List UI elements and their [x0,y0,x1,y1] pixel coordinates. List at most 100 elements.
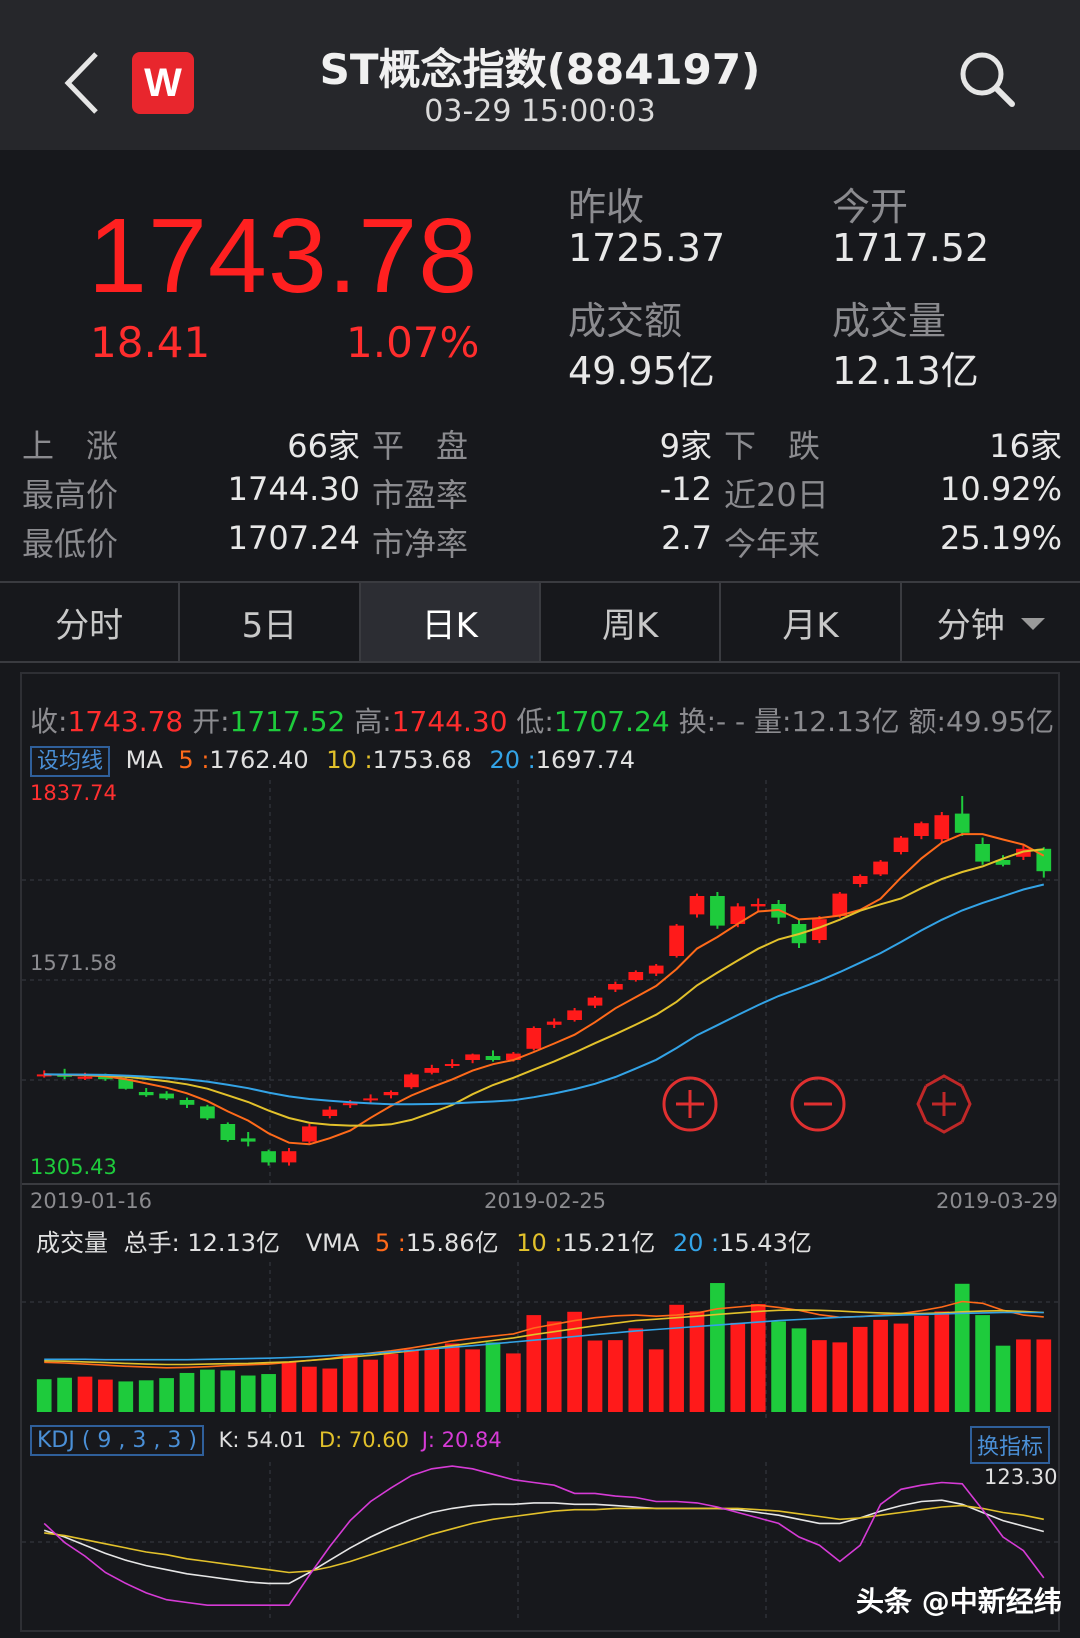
candle-body [689,896,705,915]
volume-bar [893,1323,909,1412]
tab-intraday-label: 分时 [55,605,124,646]
volume-bar [750,1304,766,1412]
volume-bar [730,1322,746,1412]
volume-bar [771,1321,786,1412]
vma-label: VMA [305,1229,360,1257]
candle-body [750,904,766,907]
zoom-in-icon[interactable] [662,1076,718,1132]
volume-bar [363,1359,378,1412]
volume-bar [832,1342,848,1412]
volume-bar [342,1354,358,1412]
volume-bar [98,1379,113,1412]
volume-bar [852,1326,868,1412]
set-ma-button[interactable]: 设均线 [30,746,111,777]
app-logo[interactable]: W [132,52,194,114]
volume-bar [77,1376,93,1412]
volume-bar [281,1362,297,1412]
tab-minute[interactable]: 分钟 [902,583,1080,661]
vma10-value: 15.21亿 [562,1229,656,1257]
candles [36,796,1052,1166]
page-title: ST概念指数(884197) [319,45,761,94]
candle-body [302,1126,317,1142]
candle-body [383,1092,399,1096]
price-axis-bottom: 1305.43 [30,1155,117,1179]
candle-body [77,1076,93,1079]
tab-weekly-k[interactable]: 周K [541,583,722,661]
candle-body [240,1138,256,1142]
candle-body [465,1054,480,1060]
vma10-key: 10 : [516,1229,563,1257]
tab-daily-k[interactable]: 日K [360,583,541,661]
volume-bar [261,1374,276,1412]
tab-minute-label: 分钟 [936,605,1005,646]
volume-bar [873,1319,888,1412]
amount-value: 49.95亿 [568,349,715,393]
candle-body [220,1124,236,1140]
candle-body [138,1092,154,1096]
volume-bar [1016,1339,1031,1412]
candle-body [159,1093,174,1099]
volume-chart[interactable] [22,1262,1060,1418]
volume-bar [1036,1339,1052,1412]
stat-pb-value: 2.7 [661,519,712,557]
volume-bar [465,1349,480,1412]
search-icon[interactable] [956,48,1018,110]
volume-bar [118,1381,134,1412]
period-tabs: 分时 5日 日K 周K 月K 分钟 [0,581,1080,663]
chevron-down-icon [1020,618,1045,630]
kdj-d-value: D: 70.60 [318,1428,410,1452]
tab-5day[interactable]: 5日 [180,583,361,661]
low-value-chart: 1707.24 [553,705,670,738]
tab-monthly-k-label: 月K [782,605,839,646]
price-change: 18.41 [90,318,211,367]
date-axis-start: 2019-01-16 [30,1189,153,1213]
ma20-value: 1697.74 [535,746,635,774]
candle-body [832,893,848,916]
back-icon[interactable] [62,48,102,118]
volume-bar [485,1342,501,1412]
candle-body [261,1151,276,1163]
last-price: 1743.78 [88,197,479,315]
candle-body [628,972,644,980]
volume-bar [506,1353,521,1412]
candle-body [200,1106,215,1119]
turnover-chart: 换:- - [678,705,746,738]
stat-low-label: 最低价 [22,525,119,563]
volume-bar [200,1369,215,1412]
ma10-value: 1753.68 [372,746,472,774]
candle-body [873,861,888,875]
zoom-out-icon[interactable] [790,1076,846,1132]
tab-intraday[interactable]: 分时 [0,583,181,661]
volume-chart: 量:12.13亿 [754,705,900,738]
volume-bar [424,1349,440,1412]
volume-bar [669,1304,684,1412]
stat-down-value: 16家 [989,427,1062,465]
price-change-pct: 1.07% [346,318,480,367]
open-value: 1717.52 [832,226,990,270]
volume-value: 12.13亿 [832,349,979,393]
stat-20d-value: 10.92% [939,470,1062,508]
kdj-param-button[interactable]: KDJ ( 9 , 3 , 3 ) [30,1425,204,1456]
logo-text: W [144,61,182,105]
stat-ytd-label: 今年来 [724,525,821,563]
candle-body [934,815,950,840]
volume-bar [608,1340,623,1412]
candlestick-chart[interactable] [22,780,1060,1185]
update-time: 03-29 15:00:03 [424,94,656,129]
volume-bar [444,1343,460,1412]
close-value: 1743.78 [67,705,184,738]
tab-daily-k-label: 日K [421,605,478,646]
ma20-line [44,883,1045,1106]
switch-indicator-button[interactable]: 换指标 [970,1426,1051,1464]
prev-close-label: 昨收 [568,185,645,229]
volume-bar [322,1368,338,1412]
stat-flat-value: 9家 [659,427,712,465]
fullscreen-move-icon[interactable] [916,1074,972,1134]
tab-monthly-k[interactable]: 月K [721,583,902,661]
ma-label: MA [125,746,163,774]
volume-bar [302,1366,317,1412]
kdj-d-line [44,1504,1044,1574]
tab-weekly-k-label: 周K [602,605,659,646]
volume-bar [648,1349,664,1412]
low-label-chart: 低: [516,705,554,738]
